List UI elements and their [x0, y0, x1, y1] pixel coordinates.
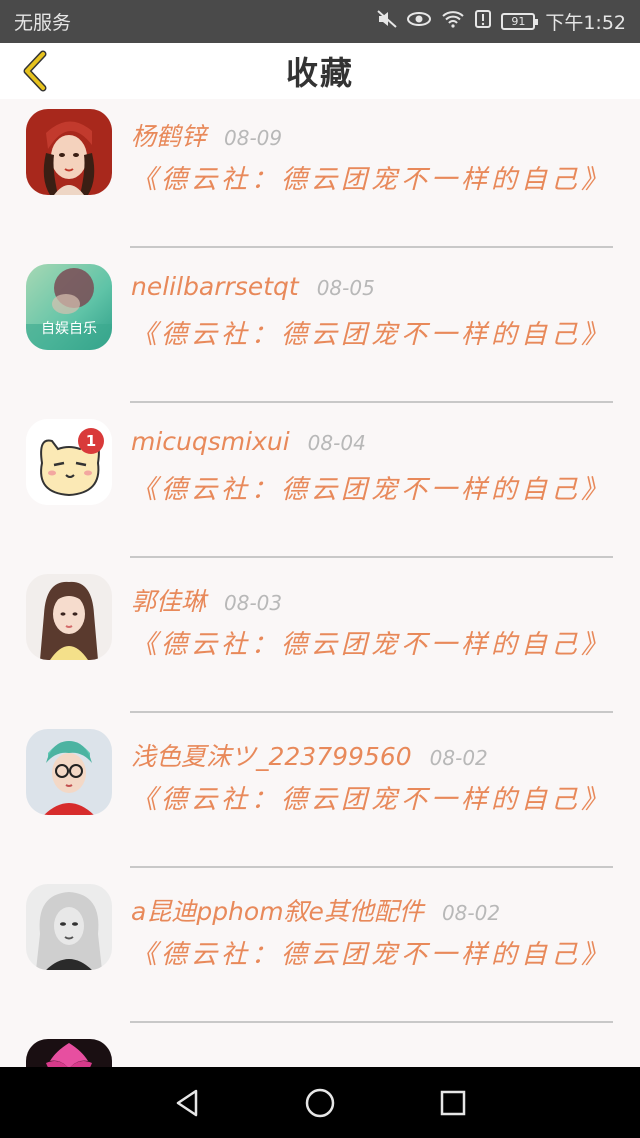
avatar: [26, 1039, 112, 1067]
navigation-bar: [0, 1067, 640, 1138]
divider: [130, 556, 613, 558]
carrier-label: 无服务: [14, 12, 72, 34]
item-author: a昆迪pphom叙e其他配件: [131, 897, 424, 926]
list-item[interactable]: [0, 1029, 640, 1067]
divider: [130, 711, 613, 713]
avatar: 自娱自乐: [26, 264, 112, 350]
status-bar: 无服务 91 下午1:52: [0, 0, 640, 43]
wifi-icon: [441, 10, 465, 33]
list-item[interactable]: a昆迪pphom叙e其他配件 08-02 《德云社：德云团宠不一样的自己》: [0, 874, 640, 1029]
item-author: nelilbarrsetqt: [131, 272, 299, 301]
triangle-back-icon: [176, 1089, 197, 1116]
clock: 下午1:52: [545, 12, 626, 34]
item-date: 08-05: [316, 276, 375, 300]
item-title: 《德云社：德云团宠不一样的自己》: [131, 320, 612, 350]
item-author: 郭佳琳: [131, 587, 207, 616]
item-date: 08-03: [224, 591, 283, 615]
item-date: 08-04: [307, 431, 366, 455]
nav-recents-button[interactable]: [428, 1078, 478, 1128]
chevron-left-icon: [23, 50, 47, 92]
divider: [130, 866, 613, 868]
battery-icon: 91: [501, 13, 539, 30]
circle-home-icon: [305, 1088, 335, 1117]
item-title: 《德云社：德云团宠不一样的自己》: [131, 475, 612, 505]
mute-icon: [377, 10, 397, 33]
item-author: 浅色夏沫ツ_223799560: [131, 742, 412, 771]
item-date: 08-09: [224, 126, 283, 150]
item-author: 杨鹤锌: [131, 122, 207, 151]
list-item[interactable]: 杨鹤锌 08-09 《德云社：德云团宠不一样的自己》: [0, 99, 640, 254]
eye-icon: [407, 11, 432, 32]
item-title: 《德云社：德云团宠不一样的自己》: [131, 165, 612, 195]
divider: [130, 1021, 613, 1023]
divider: [130, 401, 613, 403]
item-author: micuqsmixui: [131, 427, 290, 456]
item-title: 《德云社：德云团宠不一样的自己》: [131, 630, 612, 660]
list-item[interactable]: 浅色夏沫ツ_223799560 08-02 《德云社：德云团宠不一样的自己》: [0, 719, 640, 874]
item-title: 《德云社：德云团宠不一样的自己》: [131, 940, 612, 970]
avatar: [26, 574, 112, 660]
back-button[interactable]: [14, 50, 54, 92]
avatar: [26, 884, 112, 970]
item-date: 08-02: [429, 746, 488, 770]
list-item[interactable]: 自娱自乐 nelilbarrsetqt 08-05 《德云社：德云团宠不一样的自…: [0, 254, 640, 409]
page-title: 收藏: [285, 54, 354, 92]
avatar-label: 自娱自乐: [41, 321, 97, 337]
item-date: 08-02: [441, 901, 501, 925]
avatar: [26, 729, 112, 815]
nav-back-button[interactable]: [162, 1078, 212, 1128]
item-title: 《德云社：德云团宠不一样的自己》: [131, 785, 612, 815]
alert-icon: [475, 10, 492, 33]
header: 收藏: [0, 43, 640, 99]
favorites-list: 杨鹤锌 08-09 《德云社：德云团宠不一样的自己》 自娱自乐 nelilbar…: [0, 99, 640, 1067]
square-recents-icon: [441, 1090, 466, 1115]
notification-badge: 1: [78, 428, 104, 454]
divider: [130, 246, 613, 248]
nav-home-button[interactable]: [295, 1078, 345, 1128]
list-item[interactable]: 郭佳琳 08-03 《德云社：德云团宠不一样的自己》: [0, 564, 640, 719]
avatar: [26, 109, 112, 195]
